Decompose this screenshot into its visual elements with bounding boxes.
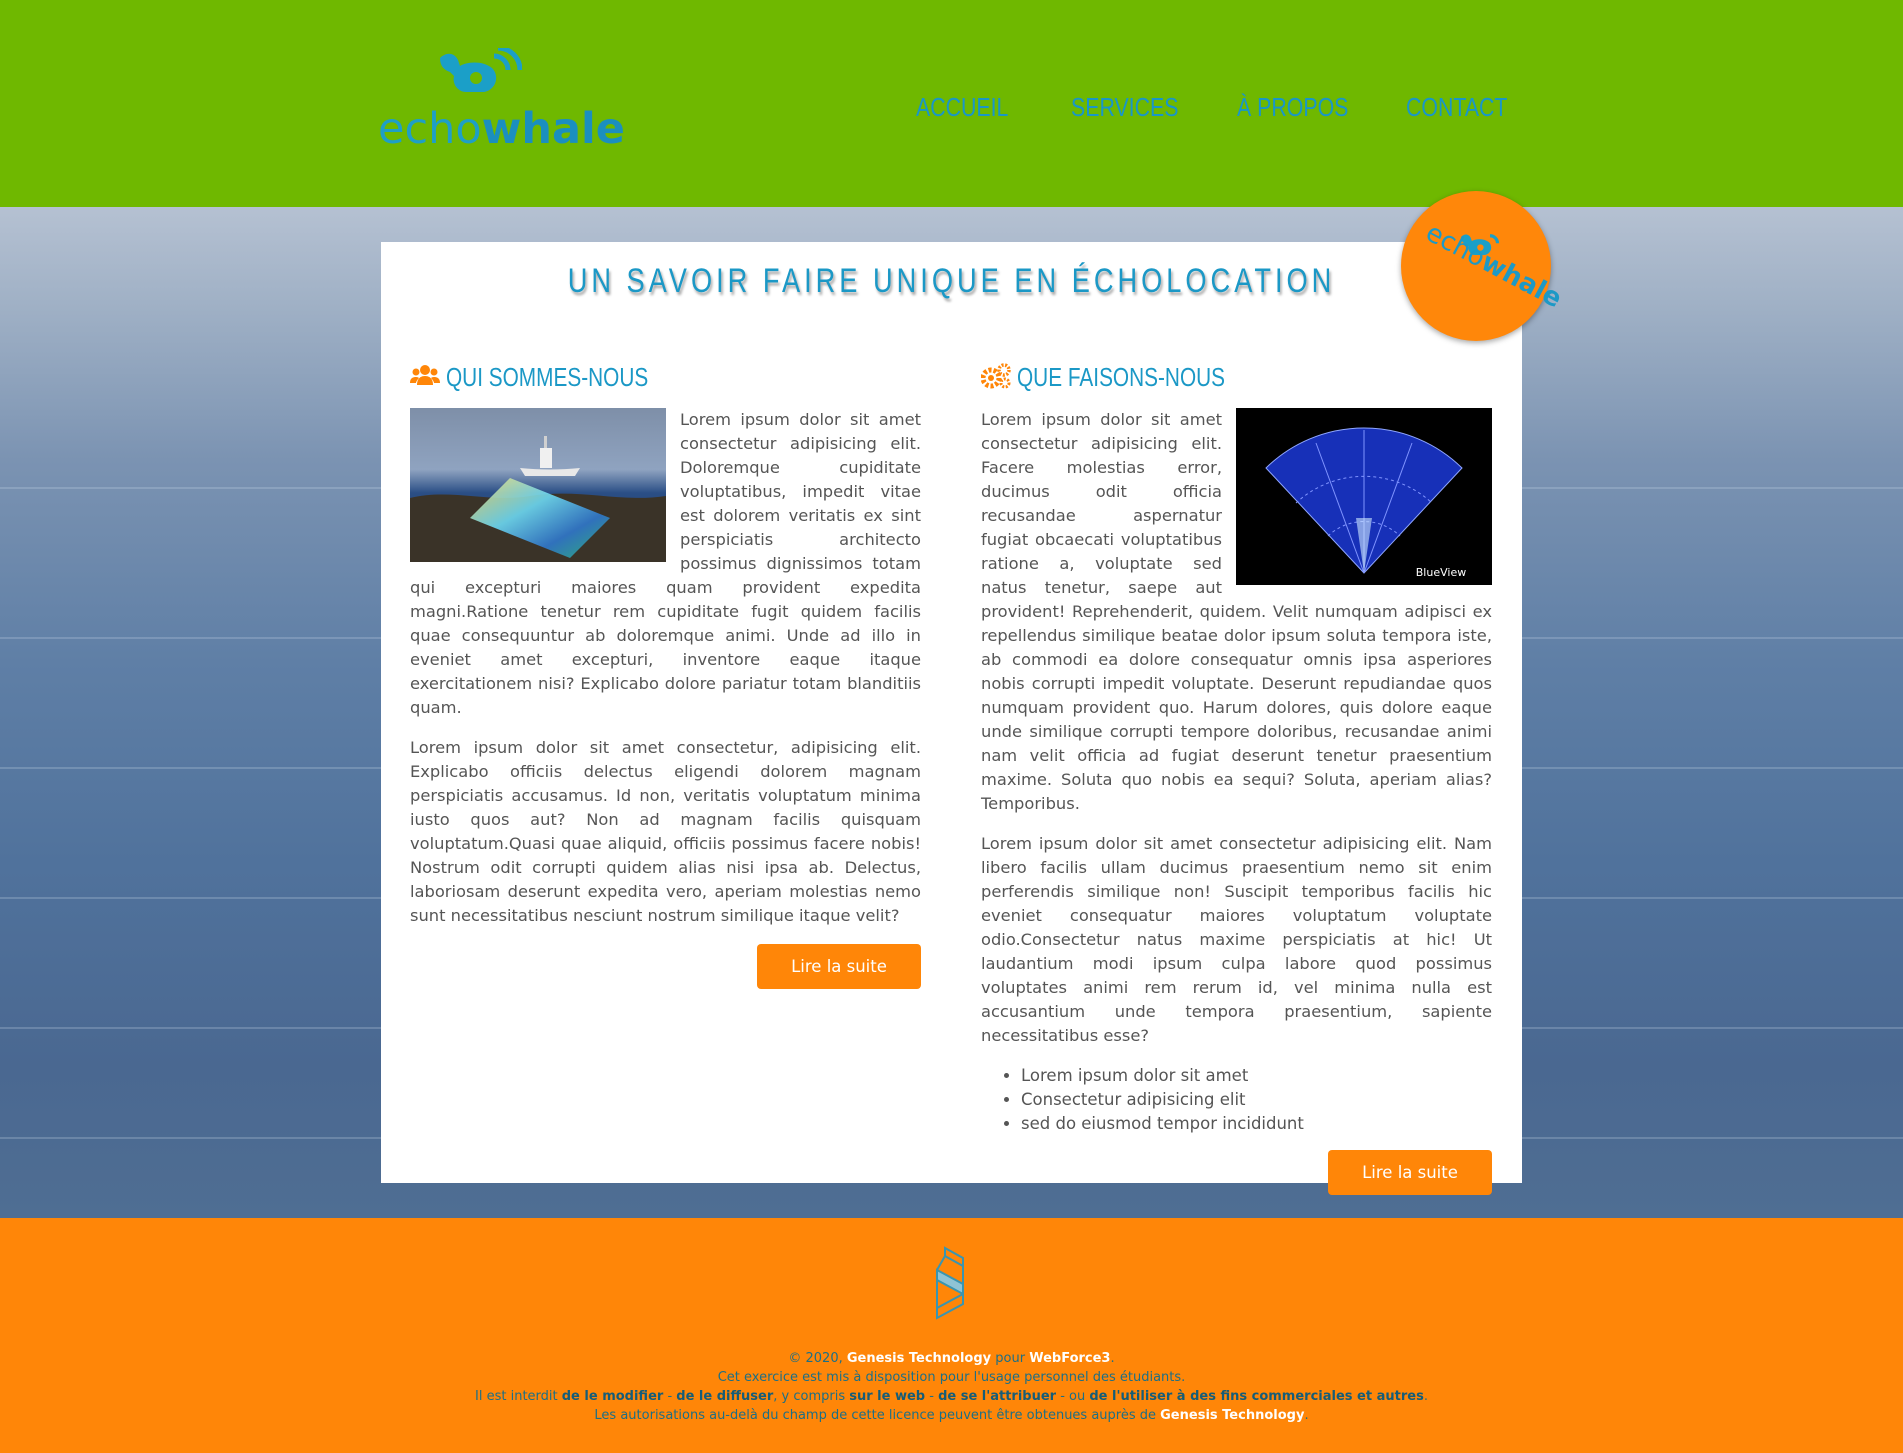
echowhale-badge: echowhale <box>1401 191 1567 341</box>
genesis-logo-icon <box>927 1244 977 1328</box>
column-qui-sommes-nous: QUI SOMMES-NOUS Lorem ipsum dolor sit am… <box>410 362 921 989</box>
nav-a-propos[interactable]: À PROPOS <box>1237 92 1348 123</box>
gears-icon <box>980 363 1015 391</box>
footer-license-text: © 2020, Genesis Technology pour WebForce… <box>0 1349 1903 1425</box>
ship-sonar-image <box>410 408 666 562</box>
paragraph: Lorem ipsum dolor sit amet consectetur, … <box>410 738 921 925</box>
nav-services[interactable]: SERVICES <box>1071 92 1178 123</box>
list-item: Consectetur adipisicing elit <box>1021 1088 1492 1112</box>
nav-contact[interactable]: CONTACT <box>1406 92 1507 123</box>
site-logo[interactable]: echowhale <box>378 48 625 158</box>
footer-link-webforce3[interactable]: WebForce3 <box>1029 1351 1110 1366</box>
footer-line-permissions: Les autorisations au-delà du champ de ce… <box>594 1408 1309 1423</box>
logo-wordmark: echowhale <box>378 104 625 154</box>
footer-line-copyright: © 2020, Genesis Technology pour WebForce… <box>788 1351 1115 1366</box>
list-item: Lorem ipsum dolor sit amet <box>1021 1064 1492 1088</box>
image-caption: BlueView <box>1416 566 1466 579</box>
nav-accueil[interactable]: ACCUEIL <box>916 92 1008 123</box>
footer-line-usage: Cet exercice est mis à disposition pour … <box>717 1370 1186 1385</box>
section-heading: QUE FAISONS-NOUS <box>980 362 1492 392</box>
footer-link-genesis[interactable]: Genesis Technology <box>1160 1408 1304 1423</box>
page-title: UN SAVOIR FAIRE UNIQUE EN ÉCHOLOCATION <box>567 262 1336 300</box>
site-footer: © 2020, Genesis Technology pour WebForce… <box>0 1218 1903 1453</box>
column-que-faisons-nous: QUE FAISONS-NOUS BlueView Lorem ipsum do… <box>980 362 1492 1195</box>
section-heading: QUI SOMMES-NOUS <box>410 362 921 392</box>
users-icon <box>410 363 444 391</box>
sonar-scan-image: BlueView <box>1236 408 1492 585</box>
read-more-button[interactable]: Lire la suite <box>757 944 921 989</box>
footer-line-restrictions: Il est interdit de le modifier - de le d… <box>475 1389 1428 1404</box>
list-item: sed do eiusmod tempor incididunt <box>1021 1112 1492 1136</box>
bullet-list: Lorem ipsum dolor sit amet Consectetur a… <box>981 1064 1492 1136</box>
read-more-button[interactable]: Lire la suite <box>1328 1150 1492 1195</box>
whale-icon <box>440 48 522 92</box>
paragraph: Lorem ipsum dolor sit amet consectetur a… <box>981 834 1492 1045</box>
footer-link-genesis[interactable]: Genesis Technology <box>847 1351 991 1366</box>
main-nav: ACCUEIL SERVICES À PROPOS CONTACT <box>916 92 1507 123</box>
site-header: echowhale ACCUEIL SERVICES À PROPOS CONT… <box>0 0 1903 207</box>
